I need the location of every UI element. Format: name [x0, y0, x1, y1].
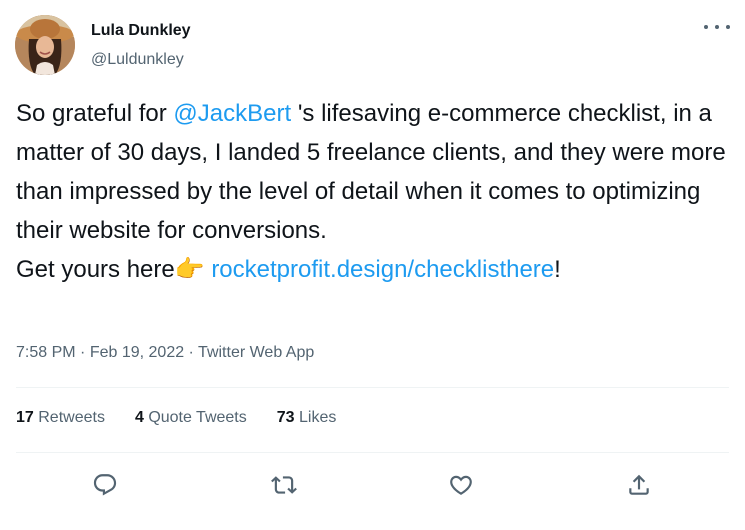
dot [715, 25, 719, 29]
likes-label: Likes [299, 409, 337, 426]
pointing-hand-emoji: 👉 [174, 256, 205, 283]
tweet-text-part: ! [554, 256, 561, 283]
mention-link[interactable]: @JackBert [173, 100, 291, 127]
tweet-card: Lula Dunkley @Luldunkley So grateful for… [0, 0, 745, 530]
quote-tweets-stat[interactable]: 4 Quote Tweets [135, 409, 247, 427]
author-name[interactable]: Lula Dunkley [91, 22, 191, 40]
tweet-meta: 7:58 PM · Feb 19, 2022 · Twitter Web App [16, 344, 314, 362]
retweet-icon [271, 476, 297, 494]
quotes-count: 4 [134, 409, 144, 426]
tweet-text-part: Get yours here [16, 256, 175, 283]
divider [16, 452, 729, 453]
quotes-label: Quote Tweets [148, 409, 247, 426]
reply-icon [93, 474, 117, 496]
retweet-button[interactable] [266, 467, 302, 503]
tweet-date[interactable]: Feb 19, 2022 [90, 344, 184, 361]
retweets-count: 17 [16, 409, 34, 426]
likes-count: 73 [276, 409, 295, 426]
like-icon [450, 475, 472, 495]
author-handle[interactable]: @Luldunkley [91, 51, 184, 69]
divider [16, 387, 729, 388]
dot [704, 25, 708, 29]
reply-button[interactable] [87, 467, 123, 503]
action-bar [0, 467, 745, 503]
retweets-stat[interactable]: 17 Retweets [16, 409, 105, 427]
tweet-stats: 17 Retweets 4 Quote Tweets 73 Likes [16, 409, 366, 427]
source-app[interactable]: Twitter Web App [198, 344, 314, 361]
tweet-text-part: So grateful for [16, 100, 174, 127]
avatar[interactable] [15, 15, 75, 75]
like-button[interactable] [443, 467, 479, 503]
retweets-label: Retweets [38, 409, 105, 426]
tweet-time[interactable]: 7:58 PM [16, 344, 76, 361]
tweet-text: So grateful for @JackBert 's lifesaving … [16, 94, 731, 289]
share-button[interactable] [621, 467, 657, 503]
avatar-image [15, 15, 75, 75]
dot [726, 25, 730, 29]
likes-stat[interactable]: 73 Likes [277, 409, 337, 427]
url-link[interactable]: rocketprofit.design/checklisthere [211, 256, 554, 283]
share-icon [629, 474, 649, 495]
separator: · [75, 344, 90, 361]
separator: · [184, 344, 199, 361]
more-icon[interactable] [704, 16, 730, 38]
